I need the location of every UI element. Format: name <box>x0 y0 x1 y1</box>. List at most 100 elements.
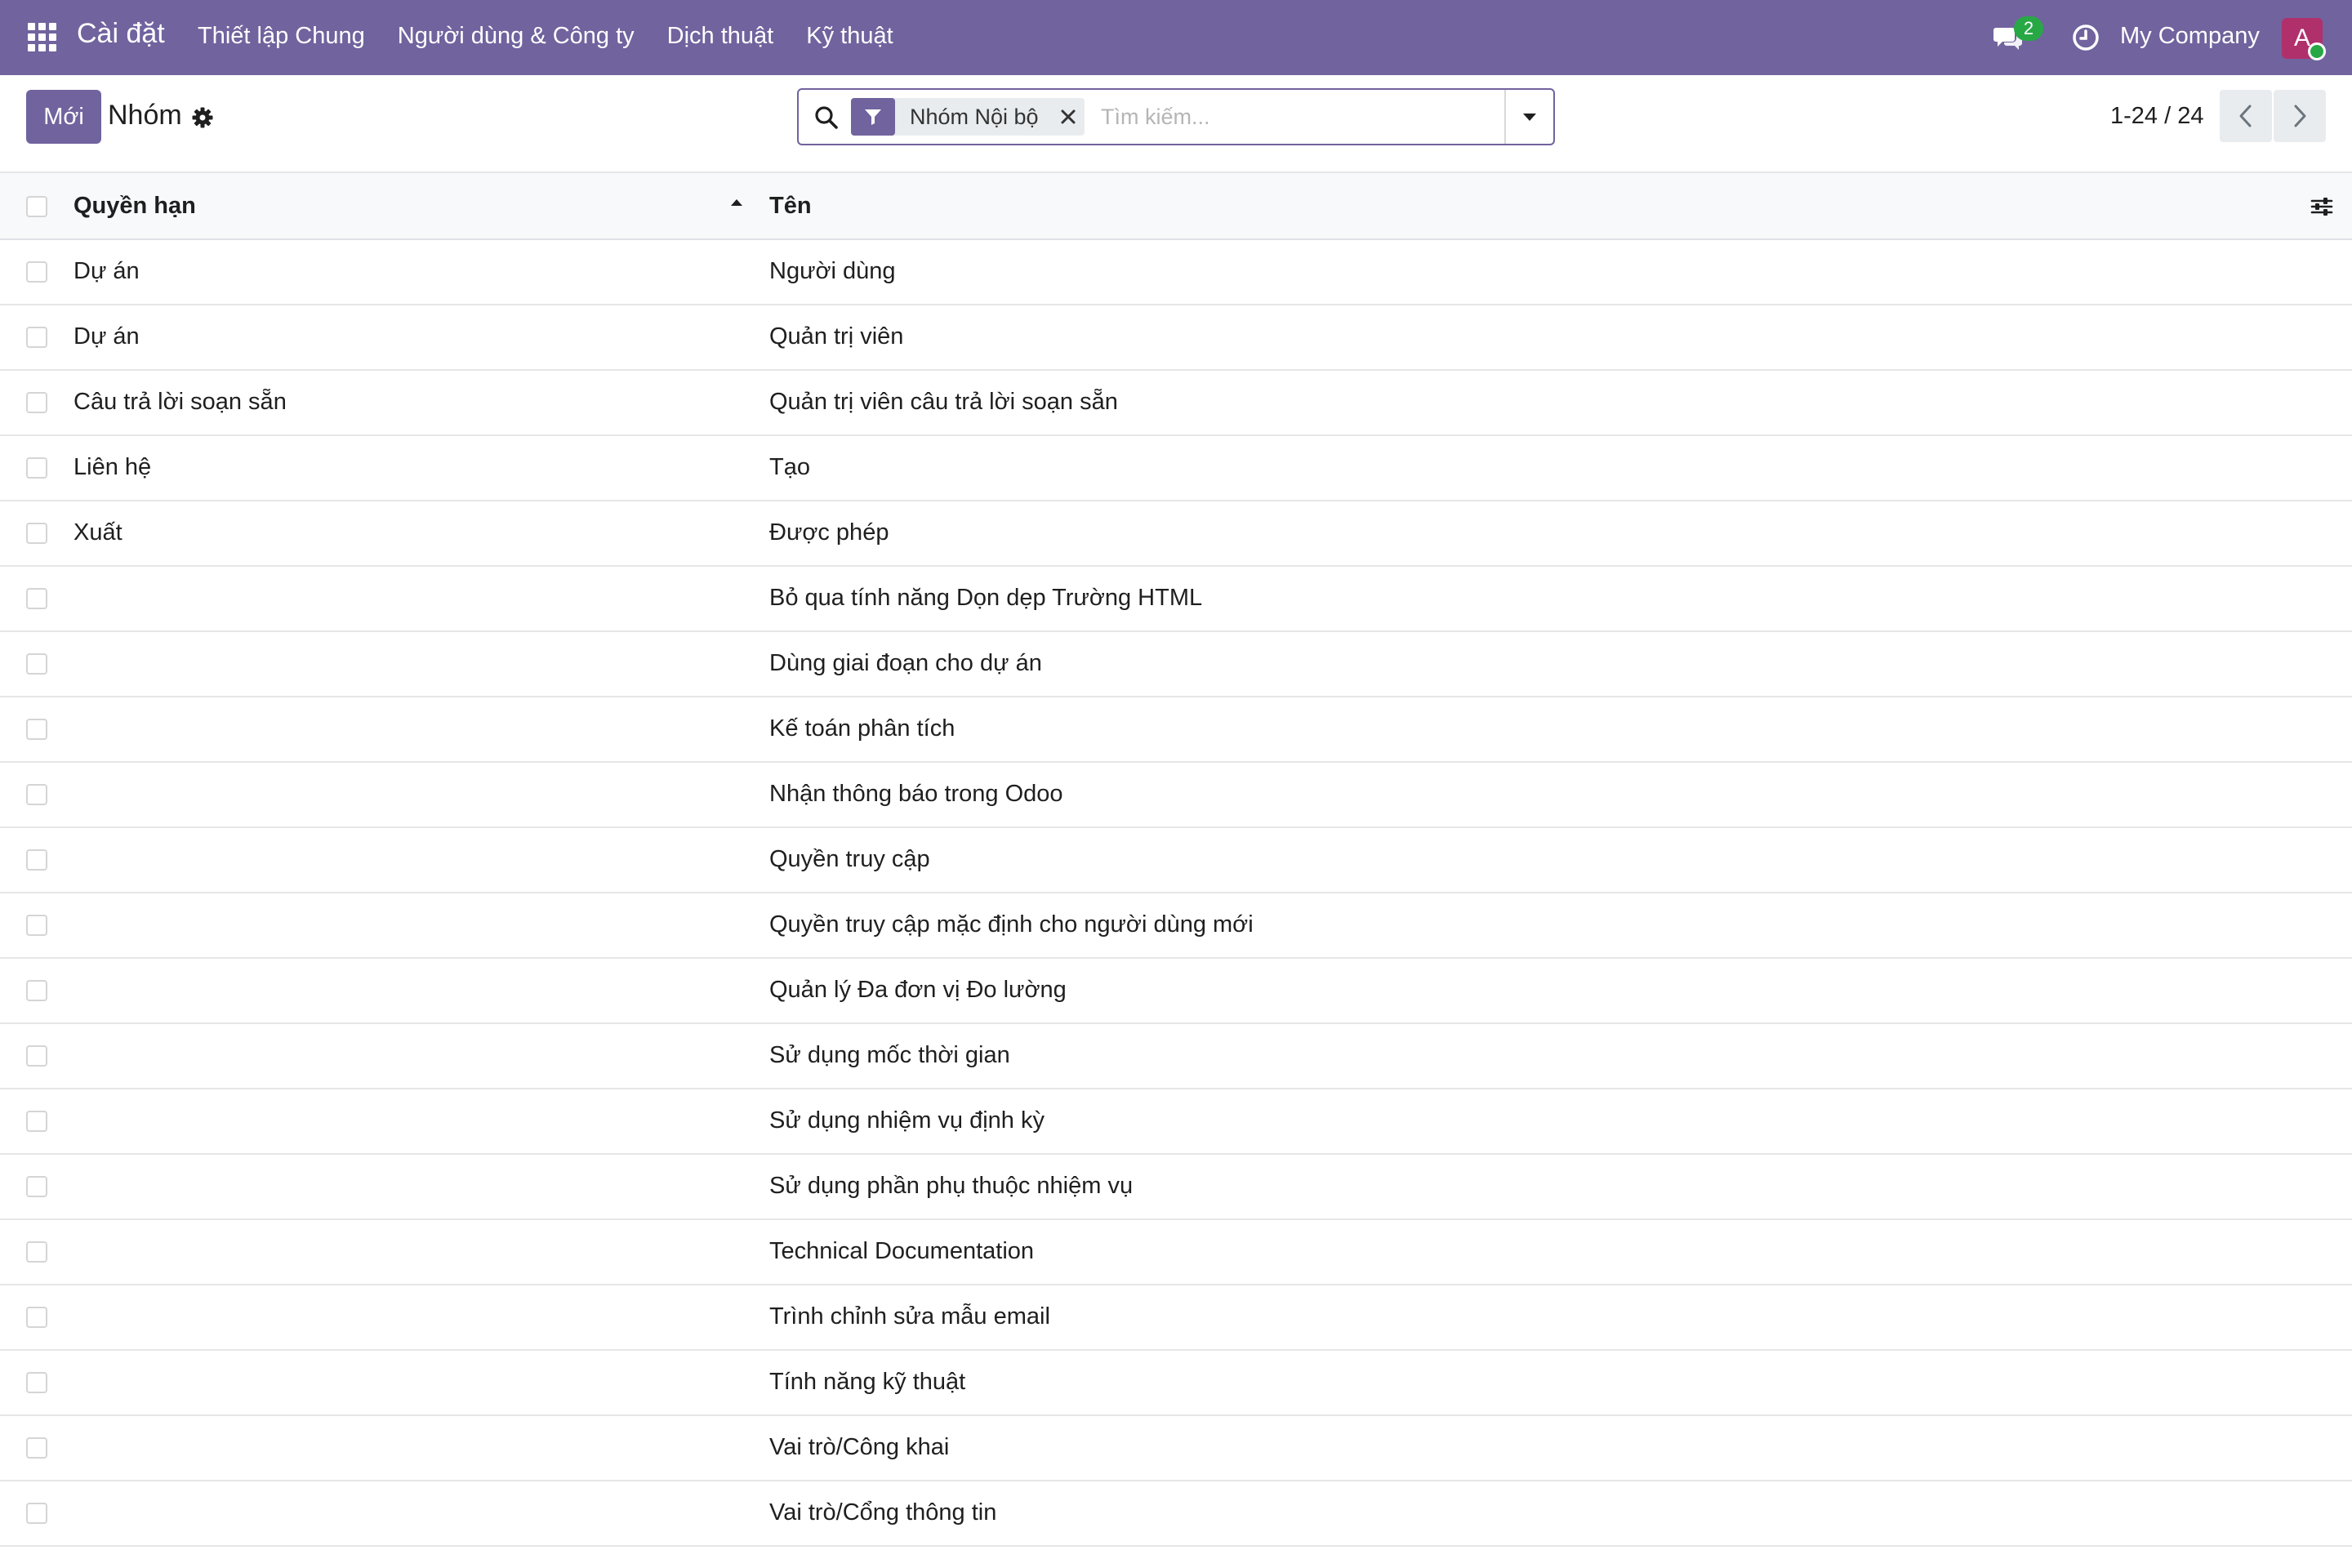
search-icon[interactable] <box>813 105 840 131</box>
row-checkbox[interactable] <box>26 784 47 805</box>
cell-name: Dùng giai đoạn cho dự án <box>769 650 1042 676</box>
table-row[interactable]: Technical Documentation <box>0 1220 2352 1285</box>
table-row[interactable]: Vai trò/Công khai <box>0 1416 2352 1481</box>
search-facet: Nhóm Nội bộ <box>851 98 1085 136</box>
menu-item-translations[interactable]: Dịch thuật <box>667 23 774 50</box>
table-row[interactable]: Sử dụng phần phụ thuộc nhiệm vụ <box>0 1155 2352 1220</box>
cell-access: Dự án <box>74 323 140 350</box>
table-row[interactable]: Vai trò/Cổng thông tin <box>0 1481 2352 1547</box>
cell-name: Quản trị viên <box>769 323 904 350</box>
table-row[interactable]: Nhận thông báo trong Odoo <box>0 763 2352 828</box>
caret-down-icon <box>1523 114 1536 121</box>
select-all-checkbox[interactable] <box>26 196 47 217</box>
cell-name: Trình chỉnh sửa mẫu email <box>769 1303 1050 1330</box>
cell-name: Kế toán phân tích <box>769 715 956 742</box>
pager-value[interactable]: 1-24 / 24 <box>2110 103 2203 130</box>
menu-item-technical[interactable]: Kỹ thuật <box>806 23 893 50</box>
chevron-right-icon <box>2294 105 2306 127</box>
table-row[interactable]: Dự án Quản trị viên <box>0 305 2352 371</box>
cell-name: Quyền truy cập mặc định cho người dùng m… <box>769 911 1254 938</box>
table-row[interactable]: Sử dụng mốc thời gian <box>0 1024 2352 1089</box>
table-row[interactable]: Câu trả lời soạn sẵn Quản trị viên câu tr… <box>0 371 2352 436</box>
cell-access: Xuất <box>74 519 122 546</box>
row-checkbox[interactable] <box>26 653 47 675</box>
table-row[interactable]: Xuất Được phép <box>0 501 2352 567</box>
company-switcher[interactable]: My Company <box>2120 23 2260 50</box>
apps-grid-icon[interactable] <box>28 23 57 52</box>
cell-name: Vai trò/Công khai <box>769 1434 950 1460</box>
cell-name: Nhận thông báo trong Odoo <box>769 781 1063 807</box>
main-menu: Thiết lập Chung Người dùng & Công ty Dịc… <box>198 23 893 50</box>
table-row[interactable]: Liên hệ Tạo <box>0 436 2352 501</box>
cell-name: Quyền truy cập <box>769 846 930 872</box>
cell-name: Tạo <box>769 454 810 480</box>
cell-name: Sử dụng mốc thời gian <box>769 1042 1010 1068</box>
table-row[interactable]: Dự án Người dùng <box>0 240 2352 305</box>
row-checkbox[interactable] <box>26 392 47 413</box>
table-row[interactable]: Tính năng kỹ thuật <box>0 1351 2352 1416</box>
table-row[interactable]: Quản lý Đa đơn vị Đo lường <box>0 959 2352 1024</box>
menu-item-users-companies[interactable]: Người dùng & Công ty <box>398 23 635 50</box>
column-header-access[interactable]: Quyền hạn <box>74 193 196 220</box>
row-checkbox[interactable] <box>26 457 47 479</box>
cell-access: Câu trả lời soạn sẵn <box>74 389 287 415</box>
facet-label: Nhóm Nội bộ <box>910 104 1039 129</box>
row-checkbox[interactable] <box>26 1372 47 1393</box>
table-row[interactable]: Bỏ qua tính năng Dọn dẹp Trường HTML <box>0 567 2352 632</box>
filter-icon <box>851 98 895 136</box>
top-navbar: Cài đặt Thiết lập Chung Người dùng & Côn… <box>0 0 2352 75</box>
control-panel: Mới Nhóm Nhóm Nội bộ Tìm kiếm... 1-24 / … <box>0 75 2352 173</box>
row-checkbox[interactable] <box>26 915 47 936</box>
optional-columns-icon[interactable] <box>2310 194 2334 219</box>
sort-asc-icon[interactable] <box>728 196 745 209</box>
cell-name: Bỏ qua tính năng Dọn dẹp Trường HTML <box>769 585 1203 611</box>
cell-name: Quản lý Đa đơn vị Đo lường <box>769 977 1067 1003</box>
row-checkbox[interactable] <box>26 1437 47 1459</box>
row-checkbox[interactable] <box>26 327 47 348</box>
row-checkbox[interactable] <box>26 523 47 544</box>
presence-status-indicator <box>2308 42 2326 60</box>
messages-button[interactable]: 2 <box>1993 16 2043 54</box>
cell-name: Sử dụng nhiệm vụ định kỳ <box>769 1107 1045 1134</box>
search-input[interactable] <box>1101 98 1485 136</box>
gear-icon[interactable] <box>191 106 214 129</box>
table-row[interactable]: Quyền truy cập <box>0 828 2352 893</box>
cell-name: Sử dụng phần phụ thuộc nhiệm vụ <box>769 1173 1134 1199</box>
row-checkbox[interactable] <box>26 261 47 283</box>
row-checkbox[interactable] <box>26 1176 47 1197</box>
pager-next-button[interactable] <box>2274 90 2326 142</box>
list-header: Quyền hạn Tên <box>0 173 2352 240</box>
table-row[interactable]: Sử dụng nhiệm vụ định kỳ <box>0 1089 2352 1155</box>
table-row[interactable]: Trình chỉnh sửa mẫu email <box>0 1285 2352 1351</box>
chevron-left-icon <box>2239 105 2252 127</box>
cell-name: Technical Documentation <box>769 1238 1035 1264</box>
row-checkbox[interactable] <box>26 1503 47 1524</box>
app-name[interactable]: Cài đặt <box>77 18 165 50</box>
cell-name: Được phép <box>769 519 889 546</box>
messages-count-badge: 2 <box>2014 16 2043 41</box>
table-row[interactable]: Kế toán phân tích <box>0 697 2352 763</box>
row-checkbox[interactable] <box>26 1045 47 1067</box>
menu-item-general-settings[interactable]: Thiết lập Chung <box>198 23 365 50</box>
row-checkbox[interactable] <box>26 849 47 871</box>
column-header-name[interactable]: Tên <box>769 193 812 220</box>
row-checkbox[interactable] <box>26 980 47 1001</box>
cell-access: Liên hệ <box>74 454 152 480</box>
search-options-toggle[interactable] <box>1504 90 1553 144</box>
list-body: Dự án Người dùng Dự án Quản trị viên Câu trả… <box>0 240 2352 1547</box>
pager-previous-button[interactable] <box>2220 90 2272 142</box>
row-checkbox[interactable] <box>26 719 47 740</box>
cell-access: Dự án <box>74 258 140 284</box>
cell-name: Quản trị viên câu trả lời soạn sẵn <box>769 389 1118 415</box>
row-checkbox[interactable] <box>26 1307 47 1328</box>
new-button[interactable]: Mới <box>26 90 101 144</box>
table-row[interactable]: Quyền truy cập mặc định cho người dùng m… <box>0 893 2352 959</box>
clock-icon[interactable] <box>2071 23 2100 52</box>
table-row[interactable]: Dùng giai đoạn cho dự án <box>0 632 2352 697</box>
close-icon[interactable] <box>1052 98 1085 136</box>
row-checkbox[interactable] <box>26 588 47 609</box>
cell-name: Vai trò/Cổng thông tin <box>769 1499 997 1526</box>
row-checkbox[interactable] <box>26 1111 47 1132</box>
cell-name: Tính năng kỹ thuật <box>769 1369 966 1395</box>
row-checkbox[interactable] <box>26 1241 47 1263</box>
